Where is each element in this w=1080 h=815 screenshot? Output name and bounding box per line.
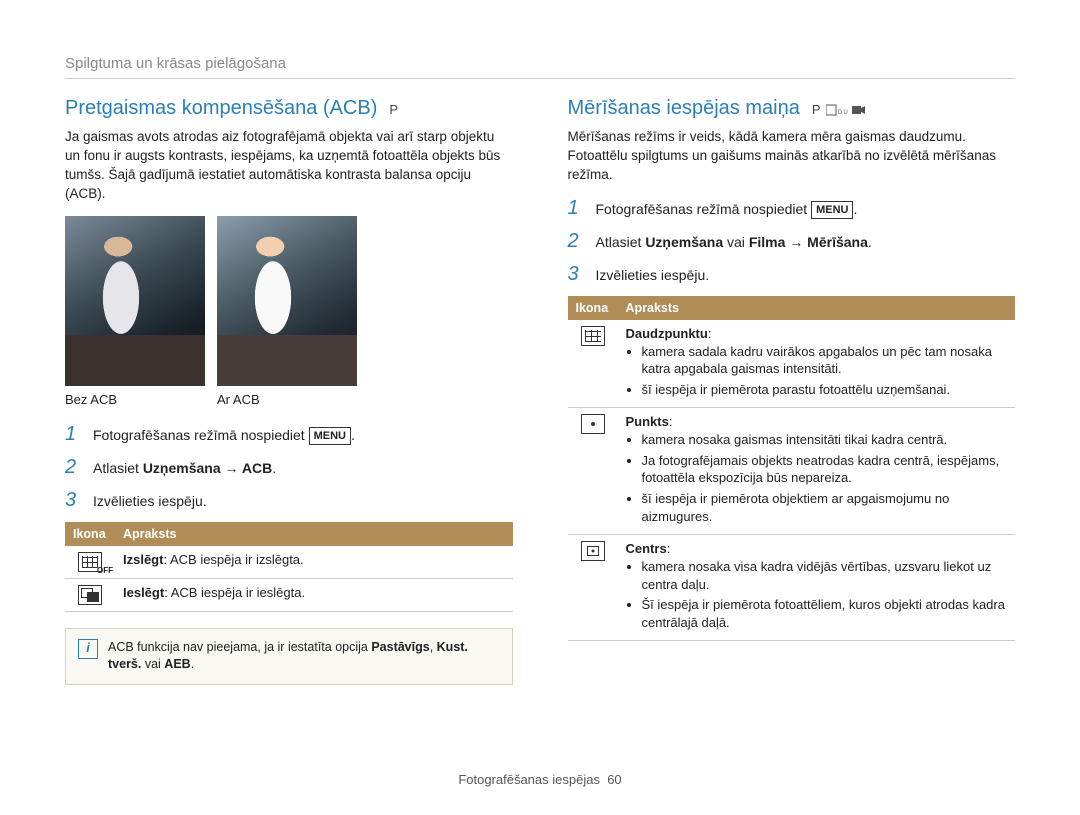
metering-multi-icon	[581, 326, 605, 346]
photo-with-acb	[217, 216, 357, 386]
step3-text: Izvēlieties iespēju.	[596, 265, 1016, 286]
li: kamera nosaka visa kadra vidējās vērtība…	[642, 558, 1008, 593]
t: vai	[723, 234, 749, 250]
t: ACB funkcija nav pieejama, ja ir iestatī…	[108, 640, 371, 654]
t: Filma	[749, 234, 786, 250]
movie-icon	[852, 104, 866, 116]
col-right: Mērīšanas iespējas maiņa P DUAL Mērīšana…	[568, 97, 1016, 685]
step-num: 3	[65, 489, 83, 512]
row-on-label: Ieslēgt	[123, 585, 164, 600]
th-desc: Apraksts	[115, 522, 513, 546]
step-num: 3	[568, 263, 586, 286]
t: Atlasiet	[596, 234, 646, 250]
intro-metering: Mērīšanas režīms ir veids, kādā kamera m…	[568, 128, 1016, 185]
r3-head: Centrs	[626, 541, 667, 556]
t: Mērīšana	[807, 234, 868, 250]
title-text: Pretgaismas kompensēšana (ACB)	[65, 97, 377, 120]
t: ,	[430, 640, 437, 654]
row-on-text: : ACB iespēja ir ieslēgta.	[164, 585, 305, 600]
t: Uzņemšana	[645, 234, 723, 250]
row-off-label: Izslēgt	[123, 552, 163, 567]
th-desc: Apraksts	[618, 296, 1016, 320]
step-2: 2 Atlasiet Uzņemšana → ACB.	[65, 456, 513, 479]
table-row: Ieslēgt: ACB iespēja ir ieslēgta.	[65, 578, 513, 611]
footer: Fotografēšanas iespējas 60	[0, 772, 1080, 787]
menu-button-icon: MENU	[811, 201, 853, 220]
step-3: 3 Izvēlieties iespēju.	[65, 489, 513, 512]
mode-icon-p: P	[389, 102, 399, 117]
table-row: Punkts: kamera nosaka gaismas intensitāt…	[568, 408, 1016, 535]
step-num: 2	[65, 456, 83, 479]
note-box: i ACB funkcija nav pieejama, ja ir iesta…	[65, 628, 513, 685]
intro-acb: Ja gaismas avots atrodas aiz fotografēja…	[65, 128, 513, 204]
step-1: 1 Fotografēšanas režīmā nospiediet MENU.	[65, 423, 513, 446]
col-left: Pretgaismas kompensēšana (ACB) P Ja gais…	[65, 97, 513, 685]
li: Ja fotografējamais objekts neatrodas kad…	[642, 452, 1008, 487]
title-text: Mērīšanas iespējas maiņa	[568, 97, 800, 120]
photo-without-acb	[65, 216, 205, 386]
li: šī iespēja ir piemērota parastu fotoattē…	[642, 381, 1008, 399]
caption-row: Bez ACB Ar ACB	[65, 392, 513, 407]
svg-text:DUAL: DUAL	[838, 110, 848, 116]
row-off-text: : ACB iespēja ir izslēgta.	[163, 552, 303, 567]
step-num: 2	[568, 230, 586, 253]
caption-on: Ar ACB	[217, 392, 357, 407]
section-title-metering: Mērīšanas iespējas maiņa P DUAL	[568, 97, 1016, 120]
note-text: ACB funkcija nav pieejama, ja ir iestatī…	[108, 639, 500, 674]
section-title-acb: Pretgaismas kompensēšana (ACB) P	[65, 97, 513, 120]
menu-button-icon: MENU	[309, 427, 351, 446]
t: .	[191, 657, 194, 671]
step2-b: Uzņemšana → ACB	[143, 460, 272, 476]
step-num: 1	[568, 197, 586, 220]
t: vai	[141, 657, 164, 671]
li: šī iespēja ir piemērota objektiem ar apg…	[642, 490, 1008, 525]
step1-text: Fotografēšanas režīmā nospiediet	[596, 201, 812, 217]
acb-off-icon: OFF	[78, 552, 102, 572]
table-row: OFF Izslēgt: ACB iespēja ir izslēgta.	[65, 546, 513, 579]
step2-a: Atlasiet	[93, 460, 143, 476]
t: →	[785, 234, 807, 250]
r2-head: Punkts	[626, 414, 669, 429]
li: Šī iespēja ir piemērota fotoattēliem, ku…	[642, 596, 1008, 631]
t: Pastāvīgs	[371, 640, 429, 654]
acb-on-icon	[78, 585, 102, 605]
metering-table: Ikona Apraksts Daudzpunktu: kamera sadal…	[568, 296, 1016, 642]
r1-head: Daudzpunktu	[626, 326, 708, 341]
table-row: Daudzpunktu: kamera sadala kadru vairāko…	[568, 320, 1016, 408]
caption-off: Bez ACB	[65, 392, 205, 407]
breadcrumb: Spilgtuma un krāsas pielāgošana	[65, 55, 1015, 79]
li: kamera sadala kadru vairākos apgabalos u…	[642, 343, 1008, 378]
step-num: 1	[65, 423, 83, 446]
table-row: Centrs: kamera nosaka visa kadra vidējās…	[568, 535, 1016, 641]
step-2: 2 Atlasiet Uzņemšana vai Filma → Mērīšan…	[568, 230, 1016, 253]
step-1: 1 Fotografēšanas režīmā nospiediet MENU.	[568, 197, 1016, 220]
li: kamera nosaka gaismas intensitāti tikai …	[642, 431, 1008, 449]
footer-section: Fotografēšanas iespējas	[458, 772, 600, 787]
step-3: 3 Izvēlieties iespēju.	[568, 263, 1016, 286]
dual-scene-icon: DUAL	[826, 104, 848, 116]
step1-text: Fotografēšanas režīmā nospiediet	[93, 427, 309, 443]
page-number: 60	[607, 772, 621, 787]
metering-spot-icon	[581, 414, 605, 434]
mode-icons: P DUAL	[812, 102, 866, 117]
photo-row	[65, 216, 513, 386]
step3-text: Izvēlieties iespēju.	[93, 491, 513, 512]
metering-center-icon	[581, 541, 605, 561]
t: AEB	[164, 657, 190, 671]
th-icon: Ikona	[65, 522, 115, 546]
info-icon: i	[78, 639, 98, 659]
th-icon: Ikona	[568, 296, 618, 320]
acb-table: Ikona Apraksts OFF Izslēgt: ACB iespēja …	[65, 522, 513, 612]
